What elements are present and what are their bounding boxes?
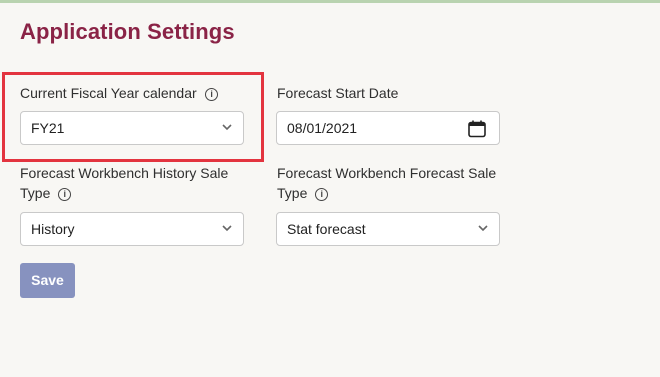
forecast-start-label: Forecast Start Date	[277, 85, 399, 101]
history-sale-label-line1: Forecast Workbench History Sale	[20, 165, 229, 181]
chevron-down-icon	[222, 225, 232, 232]
fiscal-year-select[interactable]: FY21	[20, 111, 244, 145]
calendar-icon[interactable]	[467, 119, 487, 139]
forecast-start-value: 08/01/2021	[287, 120, 358, 136]
forecast-sale-label-line2: Type	[277, 185, 308, 201]
forecast-sale-label-line2-row: Type i	[277, 183, 517, 203]
page-title: Application Settings	[20, 19, 235, 44]
fiscal-year-label-row: Current Fiscal Year calendar i	[20, 83, 219, 103]
fiscal-year-label: Current Fiscal Year calendar	[20, 85, 197, 101]
history-sale-label-block: Forecast Workbench History Sale Type i	[20, 163, 260, 203]
history-sale-value: History	[31, 221, 75, 237]
info-icon[interactable]: i	[205, 88, 219, 101]
forecast-start-date-input[interactable]: 08/01/2021	[276, 111, 500, 145]
top-accent-line	[0, 0, 660, 3]
save-button[interactable]: Save	[20, 263, 75, 298]
history-sale-label-line2-row: Type i	[20, 183, 260, 203]
info-icon[interactable]: i	[58, 188, 72, 201]
history-sale-type-select[interactable]: History	[20, 212, 244, 246]
forecast-sale-value: Stat forecast	[287, 221, 366, 237]
forecast-sale-type-select[interactable]: Stat forecast	[276, 212, 500, 246]
info-icon[interactable]: i	[315, 188, 329, 201]
forecast-start-label-row: Forecast Start Date	[277, 83, 398, 103]
history-sale-label-line2: Type	[20, 185, 51, 201]
forecast-sale-label-line1: Forecast Workbench Forecast Sale	[277, 165, 497, 181]
forecast-sale-label-block: Forecast Workbench Forecast Sale Type i	[277, 163, 517, 203]
chevron-down-icon	[478, 225, 488, 232]
fiscal-year-value: FY21	[31, 120, 65, 136]
chevron-down-icon	[222, 124, 232, 131]
